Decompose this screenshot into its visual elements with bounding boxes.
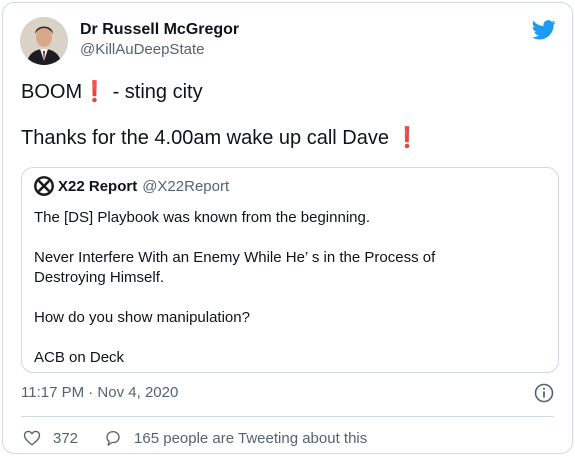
quoted-author-handle[interactable]: @X22Report	[142, 178, 229, 195]
quoted-tweet[interactable]: X22 Report @X22Report The [DS] Playbook …	[21, 167, 559, 373]
tweet-line: Thanks for the 4.00am wake up call Dave …	[21, 125, 419, 151]
tweet-timestamp[interactable]: 11:17 PM · Nov 4, 2020	[21, 384, 178, 401]
tweeting-about-link[interactable]: 165 people are Tweeting about this	[104, 429, 367, 447]
tweet-header: Dr Russell McGregor @KillAuDeepState	[20, 17, 239, 65]
like-button[interactable]: 372	[23, 429, 78, 447]
quoted-line: Never Interfere With an Enemy While He’ …	[34, 249, 436, 266]
quoted-line: Destroying Himself.	[34, 269, 165, 286]
quoted-line: ACB on Deck	[34, 349, 125, 366]
quoted-line: The [DS] Playbook was known from the beg…	[34, 209, 371, 226]
tweet-line: BOOM❗ - sting city	[21, 79, 419, 105]
quoted-author-name[interactable]: X22 Report	[58, 178, 137, 195]
author-handle[interactable]: @KillAuDeepState	[80, 40, 239, 59]
exclamation-emoji: ❗	[394, 127, 420, 149]
twitter-bird-icon[interactable]	[532, 19, 556, 41]
like-count: 372	[53, 429, 79, 447]
tweet-line-text: Thanks for the 4.00am wake up call Dave	[21, 127, 395, 149]
author-avatar[interactable]	[20, 17, 68, 65]
author-avatar-image	[20, 17, 68, 65]
quoted-line: How do you show manipulation?	[34, 309, 250, 326]
tweet-card[interactable]: Dr Russell McGregor @KillAuDeepState BOO…	[2, 2, 573, 454]
quoted-author-avatar[interactable]	[34, 176, 54, 196]
exclamation-emoji: ❗	[82, 81, 108, 103]
quoted-tweet-header: X22 Report @X22Report	[34, 176, 229, 196]
tweet-body: BOOM❗ - sting city Thanks for the 4.00am…	[21, 79, 419, 151]
quoted-tweet-body: The [DS] Playbook was known from the beg…	[34, 208, 435, 368]
reply-bubble-icon	[106, 430, 120, 446]
tweet-line-text: - sting city	[107, 81, 203, 103]
x22-logo-icon	[34, 176, 54, 196]
engagement-bar: 372 165 people are Tweeting about this	[23, 429, 367, 447]
heart-icon	[23, 430, 41, 446]
tweet-line-text: BOOM	[21, 81, 83, 103]
divider	[21, 416, 554, 417]
tweeting-about-text: 165 people are Tweeting about this	[134, 429, 368, 447]
info-icon[interactable]	[534, 383, 554, 403]
author-display-name[interactable]: Dr Russell McGregor	[80, 20, 239, 40]
